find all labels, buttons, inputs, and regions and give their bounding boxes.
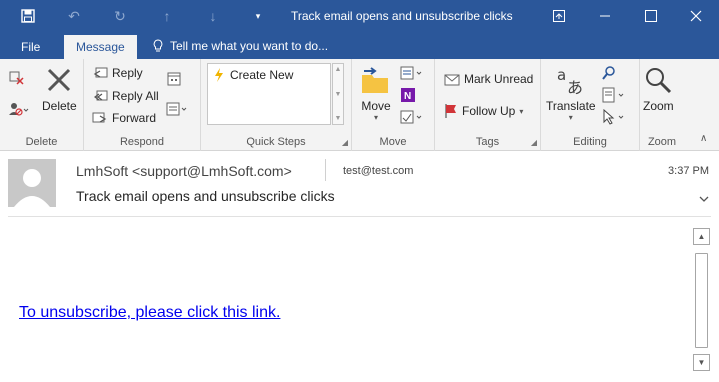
customize-icon[interactable]: ▾ — [250, 5, 266, 27]
related-icon[interactable] — [601, 87, 627, 103]
close-icon[interactable] — [673, 0, 719, 32]
chevron-down-icon: ▾ — [519, 106, 524, 116]
unsubscribe-link[interactable]: To unsubscribe, please click this link. — [19, 304, 280, 322]
ignore-icon[interactable] — [8, 69, 24, 85]
recipient-address[interactable]: test@test.com — [343, 165, 413, 177]
save-icon[interactable] — [18, 5, 38, 27]
header-divider — [8, 216, 711, 217]
create-new-button[interactable]: Create New — [212, 68, 293, 82]
move-folder-icon — [362, 67, 388, 93]
title-bar: ↶ ↻ ↑ ↓ ▾ Track email opens and unsubscr… — [0, 0, 719, 32]
sender-address[interactable]: LmhSoft <support@LmhSoft.com> — [76, 163, 292, 179]
move-group-label: Move — [379, 136, 407, 148]
delete-group-label: Delete — [25, 136, 58, 148]
message-subject: Track email opens and unsubscribe clicks — [76, 188, 335, 204]
up-arrow-icon[interactable]: ↑ — [157, 5, 177, 27]
scroll-down-icon[interactable]: ▼ — [335, 91, 342, 98]
rules-icon[interactable] — [400, 65, 424, 81]
message-body: To unsubscribe, please click this link. … — [0, 220, 719, 382]
translate-icon: aあ — [557, 66, 583, 97]
undo-icon[interactable]: ↶ — [64, 5, 84, 27]
quick-steps-launcher-icon[interactable]: ◢ — [342, 138, 348, 147]
maximize-icon[interactable] — [628, 0, 674, 32]
restore-icon[interactable] — [536, 0, 582, 32]
select-icon[interactable] — [601, 109, 627, 125]
scroll-up-arrow-icon[interactable]: ▲ — [693, 228, 710, 245]
follow-up-button[interactable]: Follow Up ▾ — [444, 103, 523, 119]
scroll-down-arrow-icon[interactable]: ▼ — [693, 354, 710, 371]
tags-launcher-icon[interactable]: ◢ — [531, 138, 537, 147]
quick-steps-gallery: Create New — [207, 63, 331, 125]
zoom-button[interactable]: Zoom — [643, 65, 674, 113]
svg-text:N: N — [404, 91, 411, 102]
tab-file[interactable]: File — [9, 35, 52, 59]
scroll-up-icon[interactable]: ▲ — [335, 66, 342, 73]
delete-group: Delete Delete — [0, 59, 84, 151]
editing-group-label: Editing — [573, 136, 607, 148]
avatar — [8, 159, 56, 207]
onenote-icon[interactable]: N — [400, 87, 416, 103]
mark-unread-icon — [444, 74, 460, 86]
forward-icon — [92, 112, 107, 123]
tell-me-box[interactable]: Tell me what you want to do... — [152, 39, 328, 53]
window-title: Track email opens and unsubscribe clicks — [291, 9, 513, 23]
chevron-down-icon: ▾ — [568, 113, 573, 122]
more-respond-icon[interactable] — [166, 101, 188, 117]
junk-icon[interactable] — [8, 101, 30, 117]
header-separator — [325, 159, 326, 181]
scrollbar-thumb[interactable] — [695, 253, 708, 348]
expand-header-icon[interactable] — [699, 193, 709, 205]
respond-group: Reply Reply All Forward Respond — [84, 59, 201, 151]
svg-text:あ: あ — [567, 78, 583, 97]
message-header: LmhSoft <support@LmhSoft.com> test@test.… — [0, 151, 719, 219]
reply-icon — [93, 67, 108, 78]
respond-group-label: Respond — [119, 136, 165, 148]
delete-button[interactable]: Delete — [42, 65, 77, 113]
redo-icon[interactable]: ↻ — [110, 5, 130, 27]
minimize-icon[interactable] — [582, 0, 628, 32]
delete-label: Delete — [42, 99, 77, 113]
svg-text:a: a — [557, 66, 566, 84]
reply-button[interactable]: Reply — [92, 65, 143, 81]
ribbon: Delete Delete Reply Reply All Forward Re… — [0, 59, 719, 151]
move-button[interactable]: Move ▾ — [360, 65, 392, 122]
zoom-icon — [646, 68, 672, 94]
tab-message[interactable]: Message — [64, 35, 137, 59]
tags-group-label: Tags — [475, 136, 500, 148]
ribbon-tab-row: File Message Tell me what you want to do… — [0, 32, 719, 59]
expand-gallery-icon[interactable]: ▼ — [335, 115, 342, 122]
actions-icon[interactable] — [400, 109, 424, 125]
tags-group: Mark Unread Follow Up ▾ Tags ◢ — [435, 59, 541, 151]
message-time: 3:37 PM — [668, 165, 709, 177]
meeting-icon[interactable] — [166, 71, 182, 87]
chevron-down-icon: ▾ — [373, 113, 378, 122]
tell-me-placeholder: Tell me what you want to do... — [170, 39, 329, 53]
flag-icon — [445, 104, 456, 118]
lightbulb-icon — [153, 39, 163, 52]
zoom-group-label: Zoom — [647, 136, 677, 148]
mark-unread-button[interactable]: Mark Unread — [444, 72, 533, 86]
reply-all-button[interactable]: Reply All — [92, 88, 159, 104]
zoom-group: Zoom Zoom — [640, 59, 684, 151]
translate-button[interactable]: aあ Translate ▾ — [546, 65, 596, 122]
find-icon[interactable] — [601, 65, 617, 81]
quick-steps-group-label: Quick Steps — [246, 136, 306, 148]
delete-icon — [48, 68, 71, 92]
move-group: Move ▾ N Move — [352, 59, 435, 151]
collapse-ribbon-icon[interactable]: ∧ — [700, 133, 707, 144]
down-arrow-icon[interactable]: ↓ — [203, 5, 223, 27]
forward-button[interactable]: Forward — [92, 110, 156, 126]
quick-steps-scroll[interactable]: ▲ ▼ ▼ — [332, 63, 344, 125]
lightning-icon — [215, 68, 223, 82]
vertical-scrollbar[interactable]: ▲ ▼ — [693, 228, 710, 372]
reply-all-icon — [94, 90, 108, 101]
editing-group: aあ Translate ▾ Editing — [541, 59, 640, 151]
